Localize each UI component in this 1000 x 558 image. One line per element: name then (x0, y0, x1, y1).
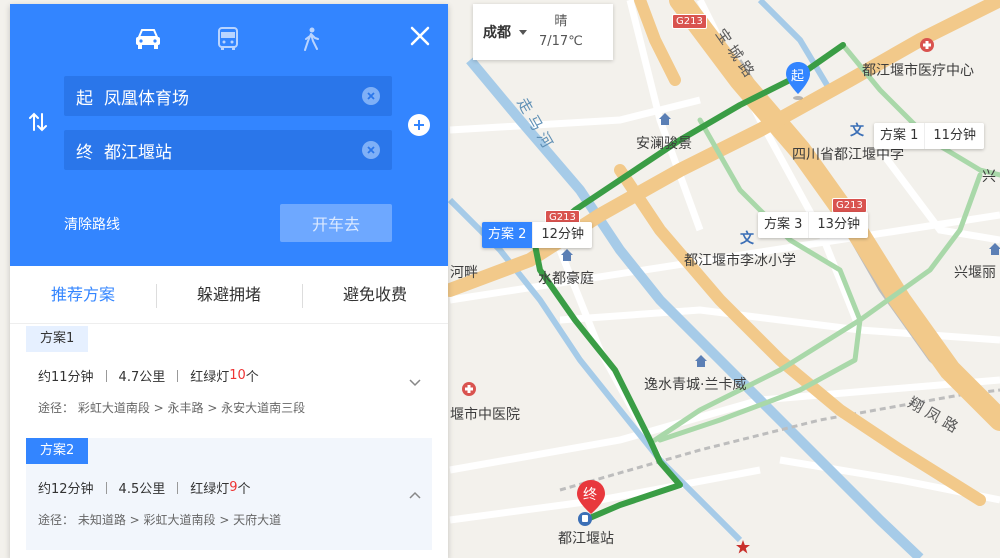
map-poi-label[interactable]: 兴堰丽 (954, 262, 996, 282)
clear-start-button[interactable] (362, 87, 380, 105)
end-field[interactable]: 终 (64, 130, 392, 170)
weather-widget[interactable]: 成都 晴 7/17℃ (473, 4, 613, 60)
close-icon (410, 26, 430, 46)
school-icon: 文 (850, 123, 864, 139)
plan-lights-count: 10 (229, 368, 246, 383)
plan-stats: 约11分钟 4.7公里 红绿灯 10 个 (26, 366, 432, 385)
hospital-icon (462, 382, 476, 396)
start-prefix: 起 (76, 88, 93, 109)
school-icon: 文 (740, 231, 754, 247)
map-poi-label[interactable]: 都江堰市李冰小学 (684, 250, 796, 270)
route-panel: 起 终 清除路线 开车去 推荐方案 躲避拥堵 避免收费 方案1 约11分钟 (10, 4, 448, 558)
map-poi-label[interactable]: 都江堰市医疗中心 (862, 60, 974, 80)
route-plan-1[interactable]: 方案1 约11分钟 4.7公里 红绿灯 10 个 途径： 彩虹大道南段 > 永丰路 … (26, 326, 432, 434)
route-search-header: 起 终 清除路线 开车去 (10, 4, 448, 266)
swap-arrows-icon (29, 112, 47, 132)
landmark-star-icon (736, 540, 750, 554)
map-poi-label[interactable]: 水都豪庭 (538, 268, 594, 288)
plan-distance: 4.5公里 (118, 482, 166, 497)
weather-temp: 7/17℃ (539, 34, 583, 49)
route-tag-2[interactable]: 方案 2 12分钟 (482, 222, 592, 248)
plan-distance: 4.7公里 (118, 370, 166, 385)
route-tag-name: 方案 2 (482, 222, 533, 248)
plan-time: 约11分钟 (38, 370, 94, 385)
route-preference-tabs: 推荐方案 躲避拥堵 避免收费 (10, 266, 448, 324)
weather-info: 晴 7/17℃ (539, 12, 583, 52)
map-poi-label[interactable]: 逸水青城·兰卡威 (644, 374, 746, 394)
hospital-icon (920, 38, 934, 52)
highway-badge: G213 (672, 14, 707, 29)
plan-via: 途径： 未知道路 > 彩虹大道南段 > 天府大道 (38, 513, 282, 527)
end-pin[interactable]: 终 (577, 480, 605, 524)
drive-go-button[interactable]: 开车去 (280, 204, 392, 242)
end-prefix: 终 (76, 142, 93, 163)
plan-stats: 约12分钟 4.5公里 红绿灯 9 个 (26, 478, 432, 497)
route-tag-3[interactable]: 方案 3 13分钟 (758, 212, 868, 238)
route-tag-name: 方案 3 (758, 212, 809, 238)
plan-lights-suffix: 个 (237, 482, 251, 497)
add-waypoint-button[interactable] (408, 114, 430, 136)
tab-avoid-congestion[interactable]: 躲避拥堵 (156, 266, 302, 324)
route-tag-name: 方案 1 (874, 123, 925, 149)
map-poi-label[interactable]: 都江堰站 (558, 528, 614, 548)
clear-icon (367, 92, 375, 100)
bus-icon (218, 27, 238, 50)
residence-icon (659, 113, 671, 125)
divider (105, 481, 107, 494)
plan-lights-suffix: 个 (245, 370, 259, 385)
divider (177, 369, 179, 382)
plan-via: 途径： 彩虹大道南段 > 永丰路 > 永安大道南三段 (38, 401, 306, 415)
chevron-down-icon[interactable] (408, 376, 422, 390)
residence-icon (561, 249, 573, 261)
city-selector[interactable]: 成都 (473, 22, 539, 42)
route-tag-time: 13分钟 (808, 212, 868, 238)
divider (177, 481, 179, 494)
highway-badge: G213 (832, 198, 867, 213)
map-poi-label[interactable]: 堰市中医院 (450, 404, 520, 424)
divider (105, 369, 107, 382)
clear-icon (367, 146, 375, 154)
swap-button[interactable] (26, 110, 50, 134)
walk-icon (304, 27, 319, 51)
mode-bus[interactable] (213, 24, 243, 54)
plan-lights-prefix: 红绿灯 (190, 482, 230, 497)
plan-label: 方案1 (26, 326, 89, 352)
route-tag-time: 12分钟 (532, 222, 592, 248)
start-pin-label: 起 (791, 69, 805, 84)
map-poi-label[interactable]: 安澜骏景 (636, 133, 692, 153)
residence-icon (989, 243, 1000, 255)
plan-lights-count: 9 (229, 480, 238, 495)
route-tag-time: 11分钟 (924, 123, 984, 149)
end-input[interactable] (104, 140, 354, 160)
close-button[interactable] (408, 24, 432, 48)
plus-icon (414, 120, 424, 130)
tab-recommended[interactable]: 推荐方案 (10, 266, 156, 324)
caret-down-icon (519, 29, 527, 35)
clear-route-link[interactable]: 清除路线 (64, 214, 120, 234)
plan-label: 方案2 (26, 438, 89, 464)
city-name: 成都 (483, 25, 511, 41)
residence-icon (695, 355, 707, 367)
end-pin-label: 终 (583, 487, 597, 503)
mode-walk[interactable] (296, 24, 326, 54)
chevron-up-icon[interactable] (408, 488, 422, 502)
tab-avoid-tolls[interactable]: 避免收费 (302, 266, 448, 324)
route-tag-1[interactable]: 方案 1 11分钟 (874, 123, 984, 149)
start-pin[interactable]: 起 (786, 62, 810, 106)
start-input[interactable] (104, 86, 354, 106)
start-field[interactable]: 起 (64, 76, 392, 116)
car-icon (136, 29, 160, 49)
plan-time: 约12分钟 (38, 482, 94, 497)
route-plan-2[interactable]: 方案2 约12分钟 4.5公里 红绿灯 9 个 途径： 未知道路 > 彩虹大道南段 … (26, 438, 432, 550)
map-poi-label[interactable]: 兴 (982, 166, 996, 186)
plan-lights-prefix: 红绿灯 (190, 370, 230, 385)
mode-car[interactable] (133, 24, 163, 54)
map-poi-label[interactable]: 河畔 (450, 262, 478, 282)
clear-end-button[interactable] (362, 141, 380, 159)
weather-condition: 晴 (554, 14, 568, 29)
